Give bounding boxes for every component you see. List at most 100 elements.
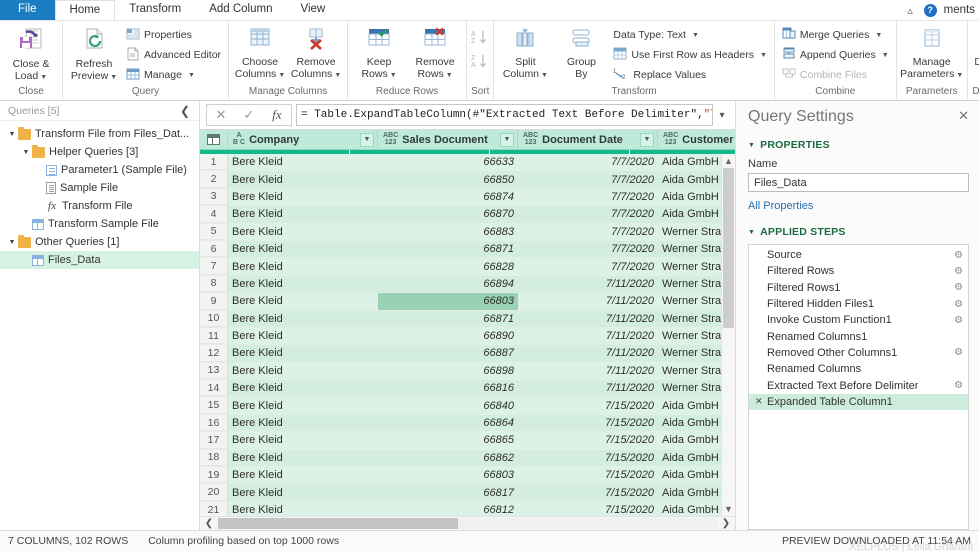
- table-cell[interactable]: 7/11/2020: [518, 345, 658, 361]
- delete-step-icon[interactable]: ✕: [755, 396, 765, 407]
- chevron-down-icon[interactable]: ▼: [278, 72, 285, 79]
- table-cell[interactable]: 7/7/2020: [518, 241, 658, 257]
- sort-descending-button[interactable]: ZA: [471, 53, 489, 71]
- query-tree-item[interactable]: ▼ Other Queries [1]: [0, 233, 199, 251]
- table-cell[interactable]: 7/11/2020: [518, 363, 658, 379]
- table-cell[interactable]: 66817: [378, 484, 518, 500]
- table-cell[interactable]: Bere Kleid: [228, 484, 378, 500]
- refresh-preview-button[interactable]: Refresh Preview ▼: [67, 25, 121, 84]
- table-cell[interactable]: 7/15/2020: [518, 467, 658, 483]
- query-tree-item[interactable]: ▼ Helper Queries [3]: [0, 143, 199, 161]
- choose-columns-button[interactable]: Choose Columns ▼: [233, 25, 287, 82]
- properties-section-header[interactable]: ▼ PROPERTIES: [748, 139, 969, 151]
- query-tree-item[interactable]: Files_Data: [0, 251, 199, 269]
- column-header[interactable]: AB C Company ▼: [228, 130, 378, 149]
- table-cell[interactable]: Bere Kleid: [228, 154, 378, 170]
- table-cell[interactable]: 7/7/2020: [518, 206, 658, 222]
- table-cell[interactable]: Bere Kleid: [228, 363, 378, 379]
- row-number[interactable]: 2: [200, 171, 228, 188]
- horizontal-scrollbar[interactable]: ❮ ❯: [200, 516, 735, 530]
- applied-step[interactable]: Filtered Rows1 ⚙: [749, 280, 968, 296]
- table-cell[interactable]: Bere Kleid: [228, 415, 378, 431]
- row-number[interactable]: 14: [200, 380, 228, 397]
- remove-columns-button[interactable]: Remove Columns ▼: [289, 25, 343, 82]
- table-row[interactable]: 7 Bere Kleid 66828 7/7/2020 Werner Strauss: [200, 258, 735, 276]
- query-tree-item[interactable]: fx Transform File: [0, 197, 199, 215]
- table-row[interactable]: 9 Bere Kleid 66803 7/11/2020 Werner Strauss: [200, 293, 735, 311]
- table-cell[interactable]: 7/7/2020: [518, 189, 658, 205]
- table-cell[interactable]: Bere Kleid: [228, 293, 378, 309]
- table-cell[interactable]: 66871: [378, 311, 518, 327]
- applied-step[interactable]: Renamed Columns: [749, 361, 968, 377]
- table-cell[interactable]: Bere Kleid: [228, 328, 378, 344]
- chevron-down-icon[interactable]: ▼: [446, 72, 453, 79]
- tab-home[interactable]: Home: [54, 0, 116, 20]
- close-icon[interactable]: ✕: [958, 109, 969, 122]
- query-tree-item[interactable]: Sample File: [0, 179, 199, 197]
- table-cell[interactable]: Bere Kleid: [228, 171, 378, 187]
- data-source-settings-button[interactable]: Data source settings: [972, 25, 979, 82]
- table-row[interactable]: 5 Bere Kleid 66883 7/7/2020 Werner Strauss: [200, 223, 735, 241]
- twisty-expanded-icon[interactable]: ▼: [20, 149, 32, 156]
- applied-step[interactable]: Extracted Text Before Delimiter ⚙: [749, 377, 968, 393]
- table-cell[interactable]: 66803: [378, 293, 518, 310]
- table-row[interactable]: 4 Bere Kleid 66870 7/7/2020 Aida GmbH: [200, 206, 735, 224]
- table-row[interactable]: 13 Bere Kleid 66898 7/11/2020 Werner Strauss: [200, 362, 735, 381]
- table-cell[interactable]: Bere Kleid: [228, 276, 378, 292]
- split-column-button[interactable]: Split Column ▼: [498, 25, 552, 82]
- manage-button[interactable]: Manage ▼: [123, 66, 224, 84]
- chevron-down-icon[interactable]: ▼: [188, 72, 195, 79]
- manage-parameters-button[interactable]: Manage Parameters ▼: [900, 25, 963, 82]
- table-cell[interactable]: 7/11/2020: [518, 293, 658, 309]
- table-cell[interactable]: 66883: [378, 224, 518, 240]
- query-tree-item[interactable]: Transform Sample File: [0, 215, 199, 233]
- table-cell[interactable]: 66871: [378, 241, 518, 257]
- chevron-down-icon[interactable]: ▾: [713, 110, 731, 121]
- gear-icon[interactable]: ⚙: [954, 347, 963, 358]
- gear-icon[interactable]: ⚙: [954, 380, 963, 391]
- table-cell[interactable]: Bere Kleid: [228, 432, 378, 448]
- chevron-down-icon[interactable]: ▼: [882, 52, 889, 59]
- column-filter-dropdown-icon[interactable]: ▼: [500, 132, 514, 147]
- data-grid-body[interactable]: 1 Bere Kleid 66633 7/7/2020 Aida GmbH 2 Bere K…: [200, 154, 735, 516]
- row-number[interactable]: 3: [200, 188, 228, 206]
- table-cell[interactable]: Bere Kleid: [228, 397, 378, 413]
- table-cell[interactable]: 66803: [378, 467, 518, 483]
- table-cell[interactable]: 66812: [378, 502, 518, 516]
- table-row[interactable]: 20 Bere Kleid 66817 7/15/2020 Aida GmbH: [200, 484, 735, 502]
- tab-add-column[interactable]: Add Column: [195, 0, 286, 20]
- vertical-scrollbar[interactable]: ▲ ▼: [721, 154, 735, 516]
- row-number[interactable]: 10: [200, 310, 228, 327]
- column-filter-dropdown-icon[interactable]: ▼: [360, 132, 374, 147]
- table-cell[interactable]: Bere Kleid: [228, 450, 378, 466]
- column-profiling-status[interactable]: Column profiling based on top 1000 rows: [148, 535, 339, 547]
- row-number[interactable]: 15: [200, 397, 228, 414]
- group-by-button[interactable]: Group By: [554, 25, 608, 82]
- row-number[interactable]: 20: [200, 484, 228, 501]
- data-type-button[interactable]: Data Type: Text ▼: [610, 26, 769, 44]
- table-cell[interactable]: 66870: [378, 206, 518, 222]
- properties-button[interactable]: Properties: [123, 26, 224, 44]
- table-cell[interactable]: 7/15/2020: [518, 484, 658, 500]
- query-tree-item[interactable]: ▼ Transform File from Files_Dat...: [0, 125, 199, 143]
- tab-transform[interactable]: Transform: [115, 0, 195, 20]
- chevron-down-icon[interactable]: ▼: [541, 72, 548, 79]
- table-cell[interactable]: 7/7/2020: [518, 171, 658, 187]
- table-cell[interactable]: Bere Kleid: [228, 224, 378, 240]
- row-number[interactable]: 19: [200, 467, 228, 484]
- table-row[interactable]: 12 Bere Kleid 66887 7/11/2020 Werner Strauss: [200, 345, 735, 363]
- tab-file[interactable]: File: [0, 0, 55, 20]
- advanced-editor-button[interactable]: Advanced Editor: [123, 46, 224, 64]
- gear-icon[interactable]: ⚙: [954, 250, 963, 261]
- table-row[interactable]: 6 Bere Kleid 66871 7/7/2020 Werner Strauss: [200, 240, 735, 259]
- table-cell[interactable]: 66887: [378, 345, 518, 361]
- cancel-icon[interactable]: ✕: [207, 104, 235, 126]
- table-row[interactable]: 19 Bere Kleid 66803 7/15/2020 Aida GmbH: [200, 467, 735, 485]
- applied-step[interactable]: Filtered Hidden Files1 ⚙: [749, 296, 968, 312]
- table-row[interactable]: 14 Bere Kleid 66816 7/11/2020 Werner Strauss: [200, 380, 735, 398]
- chevron-up-icon[interactable]: ▵: [904, 4, 917, 17]
- table-cell[interactable]: 66816: [378, 380, 518, 396]
- query-tree-item[interactable]: Parameter1 (Sample File): [0, 161, 199, 179]
- applied-step[interactable]: Removed Other Columns1 ⚙: [749, 345, 968, 361]
- row-number[interactable]: 5: [200, 223, 228, 240]
